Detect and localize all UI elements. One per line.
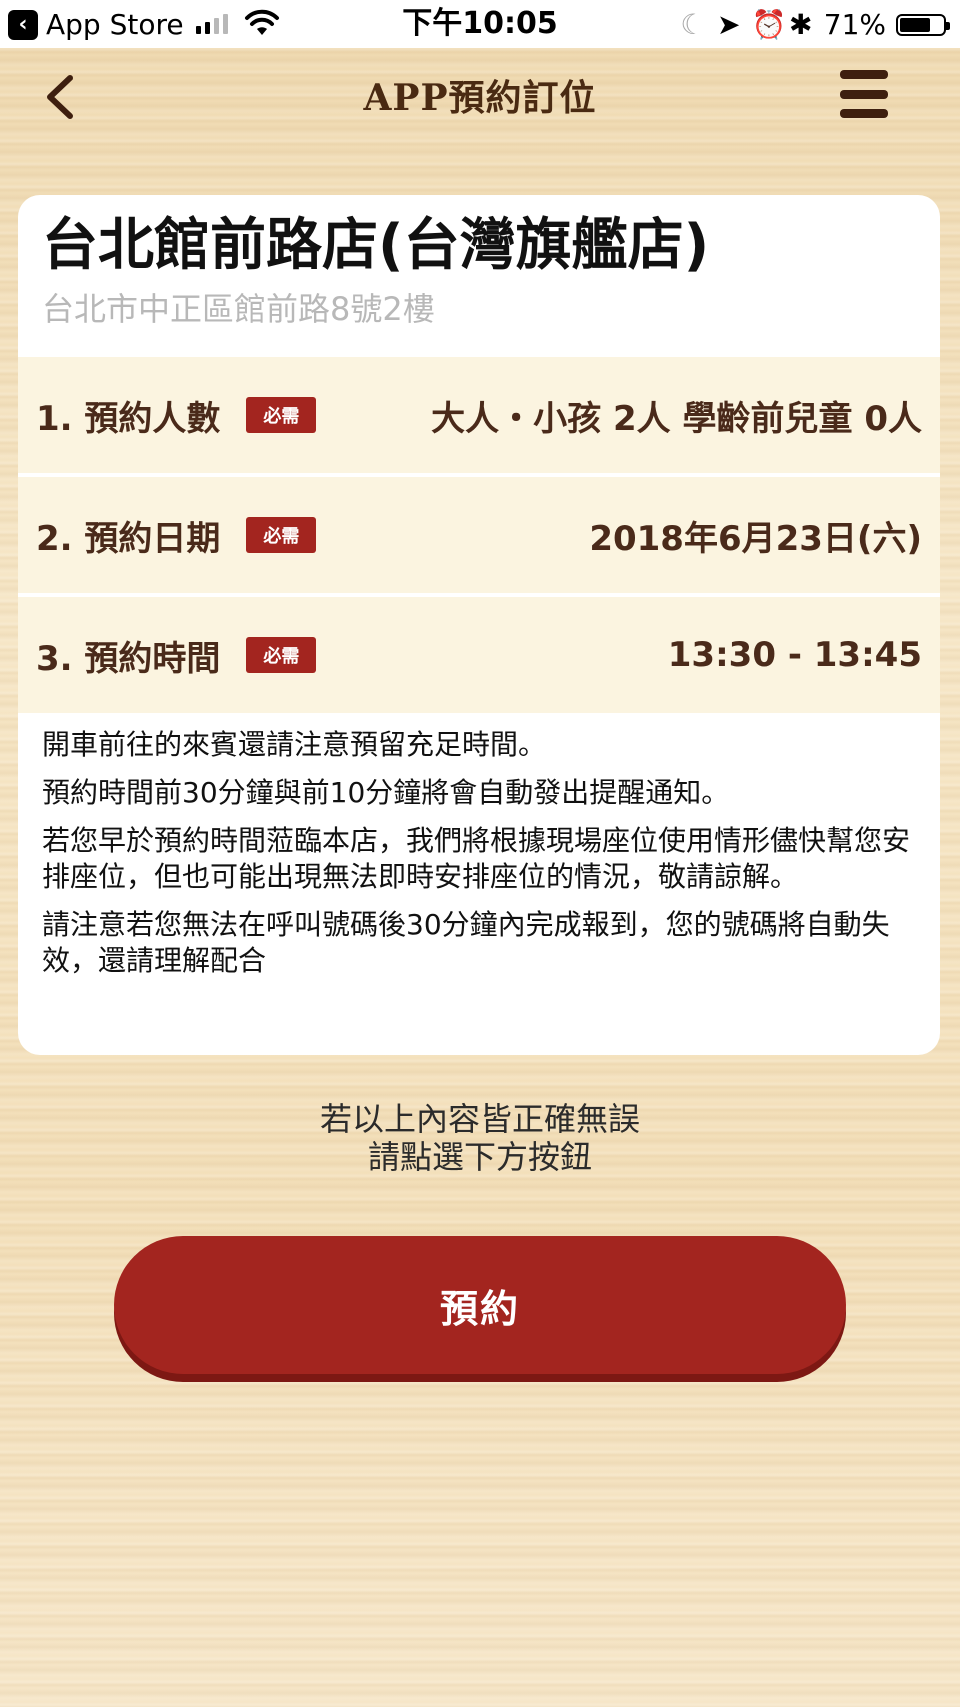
confirm-instructions: 若以上內容皆正確無誤 請點選下方按鈕 [0,1100,960,1176]
required-badge: 必需 [246,517,317,553]
hamburger-menu-icon[interactable] [840,70,888,118]
reservation-card: 台北館前路店(台灣旗艦店) 台北市中正區館前路8號2樓 1. 預約人數 必需 大… [18,195,940,1055]
party-size-value: 大人・小孩 2人 學齡前兒童 0人 [431,398,922,439]
battery-icon [896,14,950,36]
reserve-button[interactable]: 預約 [114,1236,846,1374]
time-value: 13:30 - 13:45 [667,635,922,675]
note-item: 開車前往的來賓還請注意預留充足時間。 [42,728,547,761]
note-item: 預約時間前30分鐘與前10分鐘將會自動發出提醒通知。 [42,776,730,809]
date-label: 2. 預約日期 [36,518,221,559]
store-address: 台北市中正區館前路8號2樓 [42,290,435,328]
required-badge: 必需 [246,397,317,433]
note-item: 請注意若您無法在呼叫號碼後30分鐘內完成報到，您的號碼將自動失效，還請理解配合 [42,908,890,977]
note-item: 若您早於預約時間蒞臨本店，我們將根據現場座位使用情形儘快幫您安排座位，但也可能出… [42,824,911,893]
time-row[interactable]: 3. 預約時間 必需 13:30 - 13:45 [18,597,940,713]
time-label: 3. 預約時間 [36,638,221,679]
moon-icon: ☾ [680,8,706,41]
location-icon: ➤ [717,8,741,41]
party-size-row[interactable]: 1. 預約人數 必需 大人・小孩 2人 學齡前兒童 0人 [18,357,940,473]
alarm-icon: ⏰ [751,8,787,41]
bluetooth-icon: ✱ [789,8,813,41]
date-value: 2018年6月23日(六) [589,518,922,559]
required-badge: 必需 [246,637,317,673]
status-bar: ‹ App Store 下午10:05 ☾ ➤ ⏰ ✱ 71% [0,0,960,48]
battery-percent: 71% [823,8,886,41]
confirm-line-2: 請點選下方按鈕 [367,1138,592,1176]
confirm-line-1: 若以上內容皆正確無誤 [319,1100,640,1138]
page-title: APP預約訂位 [363,77,597,119]
party-size-label: 1. 預約人數 [36,398,221,439]
date-row[interactable]: 2. 預約日期 必需 2018年6月23日(六) [18,477,940,593]
reservation-notes: 開車前往的來賓還請注意預留充足時間。 預約時間前30分鐘與前10分鐘將會自動發出… [42,727,922,991]
store-name: 台北館前路店(台灣旗艦店) [42,213,710,278]
